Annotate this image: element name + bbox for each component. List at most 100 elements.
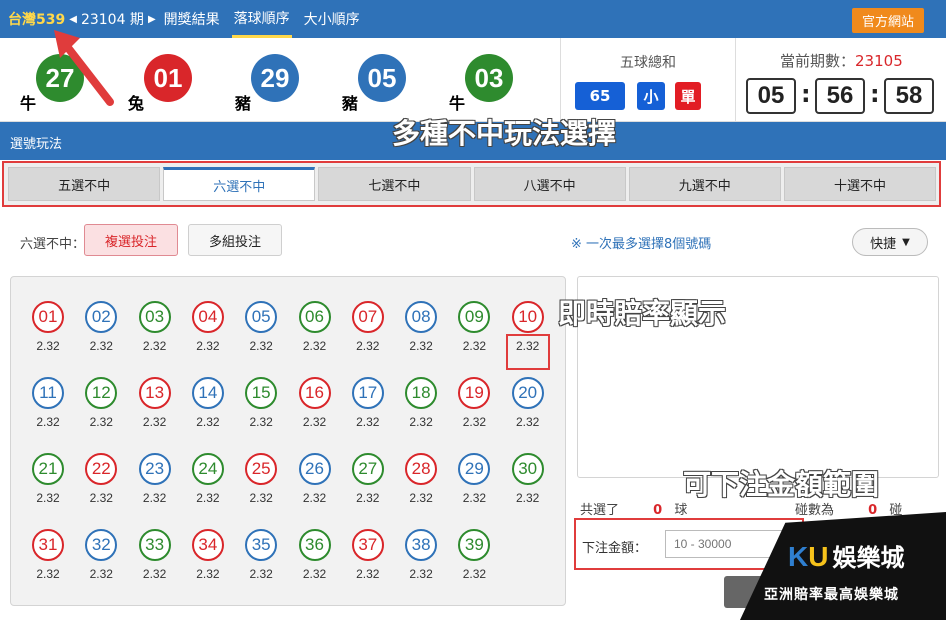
number-ball[interactable]: 33 <box>138 529 171 561</box>
number-cell[interactable]: 21 2.32 <box>23 453 73 505</box>
current-period: 當前期數：23105 <box>780 50 903 71</box>
number-cell[interactable]: 17 2.32 <box>343 377 393 429</box>
number-odds: 2.32 <box>462 415 487 429</box>
number-ball[interactable]: 11 <box>32 377 64 409</box>
multi-group-bet-button[interactable]: 多組投注 <box>188 224 282 256</box>
number-cell[interactable]: 34 2.32 <box>183 529 233 581</box>
number-cell[interactable]: 06 2.32 <box>290 301 340 353</box>
nav-link-size-order[interactable]: 大小順序 <box>302 0 362 38</box>
number-cell[interactable]: 08 2.32 <box>396 301 446 353</box>
number-cell[interactable]: 12 2.32 <box>76 377 126 429</box>
number-cell[interactable]: 23 2.32 <box>130 453 180 505</box>
lottery-name[interactable]: 台灣539 <box>8 9 65 29</box>
number-ball[interactable]: 04 <box>191 301 224 333</box>
number-cell[interactable]: 26 2.32 <box>290 453 340 505</box>
number-ball[interactable]: 15 <box>245 377 278 409</box>
number-ball[interactable]: 34 <box>191 529 224 561</box>
number-cell[interactable]: 03 2.32 <box>130 301 180 353</box>
number-cell[interactable]: 25 2.32 <box>236 453 286 505</box>
number-cell[interactable]: 27 2.32 <box>343 453 393 505</box>
number-cell[interactable]: 33 2.32 <box>130 529 180 581</box>
size-badge: 小 <box>637 82 665 110</box>
number-ball[interactable]: 09 <box>458 301 491 333</box>
number-cell[interactable]: 36 2.32 <box>290 529 340 581</box>
number-ball[interactable]: 24 <box>191 453 224 485</box>
number-cell[interactable]: 37 2.32 <box>343 529 393 581</box>
number-cell[interactable]: 09 2.32 <box>449 301 499 353</box>
number-cell[interactable]: 16 2.32 <box>290 377 340 429</box>
number-ball[interactable]: 28 <box>405 453 438 485</box>
number-ball[interactable]: 22 <box>85 453 118 485</box>
number-ball[interactable]: 13 <box>138 377 171 409</box>
number-cell[interactable]: 04 2.32 <box>183 301 233 353</box>
nav-link-draw-order[interactable]: 落球順序 <box>231 0 292 38</box>
number-ball[interactable]: 14 <box>191 377 224 409</box>
number-cell[interactable]: 28 2.32 <box>396 453 446 505</box>
number-ball[interactable]: 26 <box>298 453 331 485</box>
number-odds: 2.32 <box>89 567 113 581</box>
number-cell[interactable]: 38 2.32 <box>396 529 446 581</box>
logo-text: KU 娛樂城 <box>788 538 904 573</box>
number-ball[interactable]: 06 <box>298 301 331 333</box>
number-ball[interactable]: 18 <box>405 377 438 409</box>
number-cell[interactable]: 35 2.32 <box>236 529 286 581</box>
number-ball[interactable]: 03 <box>138 301 171 333</box>
number-ball[interactable]: 21 <box>32 453 64 485</box>
number-cell[interactable]: 32 2.32 <box>76 529 126 581</box>
number-odds: 2.32 <box>36 567 60 581</box>
number-ball[interactable]: 20 <box>511 377 544 409</box>
number-cell[interactable]: 30 2.32 <box>503 453 553 505</box>
number-odds: 2.32 <box>89 491 113 505</box>
number-cell[interactable]: 02 2.32 <box>76 301 126 353</box>
number-ball[interactable]: 10 <box>511 301 544 333</box>
number-cell[interactable]: 01 2.32 <box>23 301 73 353</box>
number-ball[interactable]: 27 <box>351 453 384 485</box>
number-ball[interactable]: 32 <box>85 529 118 561</box>
number-ball[interactable]: 08 <box>405 301 438 333</box>
annotation-box-tabs <box>2 161 941 207</box>
number-cell[interactable]: 31 2.32 <box>23 529 73 581</box>
number-ball[interactable]: 05 <box>245 301 278 333</box>
number-ball[interactable]: 36 <box>298 529 331 561</box>
number-cell[interactable]: 14 2.32 <box>183 377 233 429</box>
number-ball[interactable]: 07 <box>351 301 384 333</box>
number-ball[interactable]: 17 <box>351 377 384 409</box>
number-odds: 2.32 <box>196 567 220 581</box>
number-ball[interactable]: 02 <box>85 301 118 333</box>
multi-select-bet-button[interactable]: 複選投注 <box>84 224 178 256</box>
number-ball[interactable]: 25 <box>245 453 278 485</box>
number-cell[interactable]: 13 2.32 <box>130 377 180 429</box>
number-cell[interactable]: 24 2.32 <box>183 453 233 505</box>
number-ball[interactable]: 37 <box>351 529 384 561</box>
next-period-icon[interactable]: ▶ <box>148 14 156 25</box>
number-cell[interactable]: 20 2.32 <box>503 377 553 429</box>
number-ball[interactable]: 19 <box>458 377 491 409</box>
number-ball[interactable]: 12 <box>85 377 118 409</box>
number-odds: 2.32 <box>249 567 273 581</box>
quick-button[interactable]: 快捷 ▼ <box>852 228 928 256</box>
number-cell[interactable]: 39 2.32 <box>449 529 499 581</box>
annotation-bet-range: 可下注金額範圍 <box>682 467 880 501</box>
annotation-play-select: 多種不中玩法選擇 <box>391 116 617 150</box>
number-ball[interactable]: 30 <box>511 453 544 485</box>
nav-link-results[interactable]: 開獎結果 <box>162 0 222 38</box>
number-cell[interactable]: 22 2.32 <box>76 453 126 505</box>
number-ball[interactable]: 35 <box>245 529 278 561</box>
number-ball[interactable]: 16 <box>298 377 331 409</box>
number-ball[interactable]: 31 <box>32 529 64 561</box>
prev-period-icon[interactable]: ◀ <box>69 14 77 25</box>
number-ball[interactable]: 38 <box>405 529 438 561</box>
number-ball[interactable]: 29 <box>458 453 491 485</box>
number-ball[interactable]: 39 <box>458 529 491 561</box>
number-cell[interactable]: 15 2.32 <box>236 377 286 429</box>
number-cell[interactable]: 18 2.32 <box>396 377 446 429</box>
number-cell[interactable]: 11 2.32 <box>23 377 73 429</box>
number-cell[interactable]: 19 2.32 <box>449 377 499 429</box>
official-site-button[interactable]: 官方網站 <box>851 8 924 33</box>
number-ball[interactable]: 01 <box>32 301 64 333</box>
number-cell[interactable]: 29 2.32 <box>449 453 499 505</box>
number-cell[interactable]: 07 2.32 <box>343 301 393 353</box>
number-ball[interactable]: 23 <box>138 453 171 485</box>
logo-name: 娛樂城 <box>832 544 905 572</box>
number-cell[interactable]: 05 2.32 <box>236 301 286 353</box>
